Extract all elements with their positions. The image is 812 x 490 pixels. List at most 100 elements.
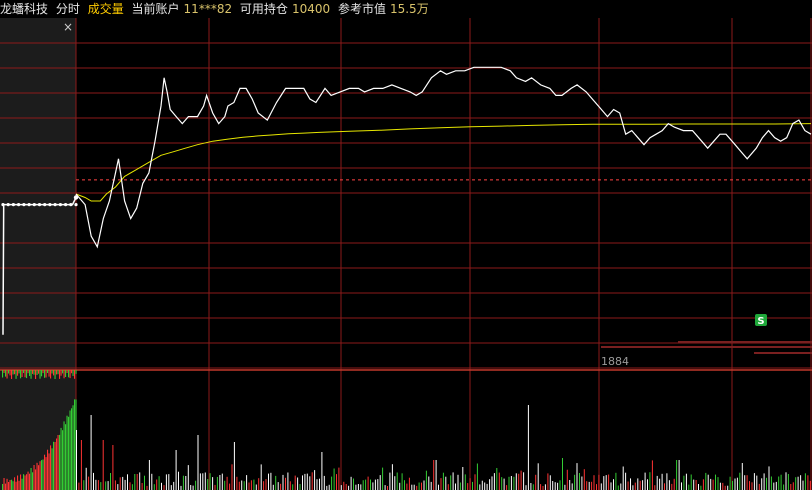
volume-bar xyxy=(654,485,656,490)
volume-bar xyxy=(136,474,138,490)
volume-bar xyxy=(204,472,206,490)
volume-bar xyxy=(761,478,763,490)
pre-volume-bar xyxy=(66,415,68,490)
volume-bar xyxy=(326,485,328,490)
pre-volume-bar xyxy=(21,478,23,490)
volume-bar xyxy=(212,477,214,490)
pre-volume-bar xyxy=(24,475,26,490)
pre-volume-bar xyxy=(56,438,58,490)
position-value: 10400 xyxy=(291,2,331,16)
volume-bar xyxy=(360,484,362,490)
volume-bar xyxy=(571,483,573,490)
volume-bar xyxy=(197,435,199,490)
volume-bar xyxy=(695,480,697,490)
pre-market-dot xyxy=(48,203,52,207)
pre-volume-bar xyxy=(17,475,19,490)
volume-bar xyxy=(384,485,386,490)
ask-depth-bar xyxy=(601,346,812,348)
pre-volume-bar xyxy=(41,370,43,377)
volume-bar xyxy=(493,473,495,490)
volume-bar xyxy=(379,475,381,490)
volume-bar xyxy=(219,475,221,490)
pre-volume-bar xyxy=(48,453,50,490)
volume-bar xyxy=(481,480,483,490)
volume-bar xyxy=(190,485,192,490)
volume-bar xyxy=(102,440,104,490)
pre-market-dot xyxy=(53,203,57,207)
ask-volume-label: 1884 xyxy=(601,355,629,368)
volume-bar xyxy=(513,476,515,490)
tab-volume[interactable]: 成交量 xyxy=(88,0,124,18)
volume-bar xyxy=(615,472,617,490)
pre-volume-bar xyxy=(36,462,38,490)
volume-bar xyxy=(775,481,777,490)
volume-bar xyxy=(486,483,488,490)
volume-bar xyxy=(593,475,595,490)
volume-bar xyxy=(637,478,639,490)
chart-canvas[interactable]: 1884 × S xyxy=(0,18,812,490)
volume-bar xyxy=(510,476,512,490)
volume-bar xyxy=(331,476,333,490)
pre-volume-bar xyxy=(41,460,43,490)
pre-volume-bar xyxy=(21,370,23,377)
volume-bar xyxy=(484,482,486,490)
volume-bar xyxy=(80,440,82,490)
volume-bar xyxy=(678,460,680,490)
volume-bar xyxy=(117,484,119,490)
ask-depth-bar xyxy=(754,352,812,354)
pre-market-dot xyxy=(69,203,73,207)
volume-bar xyxy=(226,476,228,490)
volume-bar xyxy=(729,476,731,490)
volume-bar xyxy=(710,478,712,490)
volume-bar xyxy=(287,472,289,490)
volume-bar xyxy=(250,480,252,490)
volume-bar xyxy=(148,460,150,490)
volume-bar xyxy=(367,476,369,490)
volume-bar xyxy=(144,475,145,490)
volume-bar xyxy=(537,463,539,490)
volume-bar xyxy=(574,474,576,490)
pre-volume-bar xyxy=(45,457,47,490)
volume-bar xyxy=(333,468,335,490)
volume-bar xyxy=(644,472,646,490)
volume-bar xyxy=(246,475,248,490)
volume-bar xyxy=(656,475,658,490)
volume-bar xyxy=(292,484,294,490)
volume-bar xyxy=(583,469,585,490)
volume-bar xyxy=(438,484,439,490)
volume-bar xyxy=(209,473,211,490)
volume-bar xyxy=(700,485,702,490)
volume-bar xyxy=(506,485,508,490)
volume-bar xyxy=(591,481,593,490)
volume-bar xyxy=(676,460,678,490)
average-price-line xyxy=(75,123,812,202)
volume-bar xyxy=(95,479,97,490)
sell-marker[interactable]: S xyxy=(755,314,767,327)
close-icon[interactable]: × xyxy=(63,20,73,34)
volume-bar xyxy=(127,474,128,490)
volume-bar xyxy=(365,479,367,490)
volume-bar xyxy=(134,474,136,490)
volume-bar xyxy=(732,480,733,490)
volume-bar xyxy=(270,472,272,490)
pre-volume-bar xyxy=(23,370,25,373)
volume-bar xyxy=(717,477,719,490)
volume-bar xyxy=(520,470,522,490)
pre-volume-bar xyxy=(38,370,40,374)
pre-volume-bar xyxy=(27,471,29,490)
pre-volume-bar xyxy=(51,448,53,490)
pre-volume-bar xyxy=(42,370,44,374)
volume-bar xyxy=(642,480,644,490)
pre-volume-bar xyxy=(32,370,34,374)
volume-bar xyxy=(224,480,226,490)
pre-volume-bar xyxy=(38,465,40,490)
pre-volume-bar xyxy=(53,441,55,490)
pre-volume-bar xyxy=(23,474,25,490)
volume-bar xyxy=(387,486,388,490)
pre-market-dot xyxy=(1,203,5,207)
volume-bar xyxy=(581,476,583,490)
pre-volume-bar xyxy=(65,370,67,377)
tab-intraday[interactable]: 分时 xyxy=(56,0,80,18)
pre-volume-bar xyxy=(50,370,52,379)
pre-volume-bar xyxy=(32,472,34,490)
